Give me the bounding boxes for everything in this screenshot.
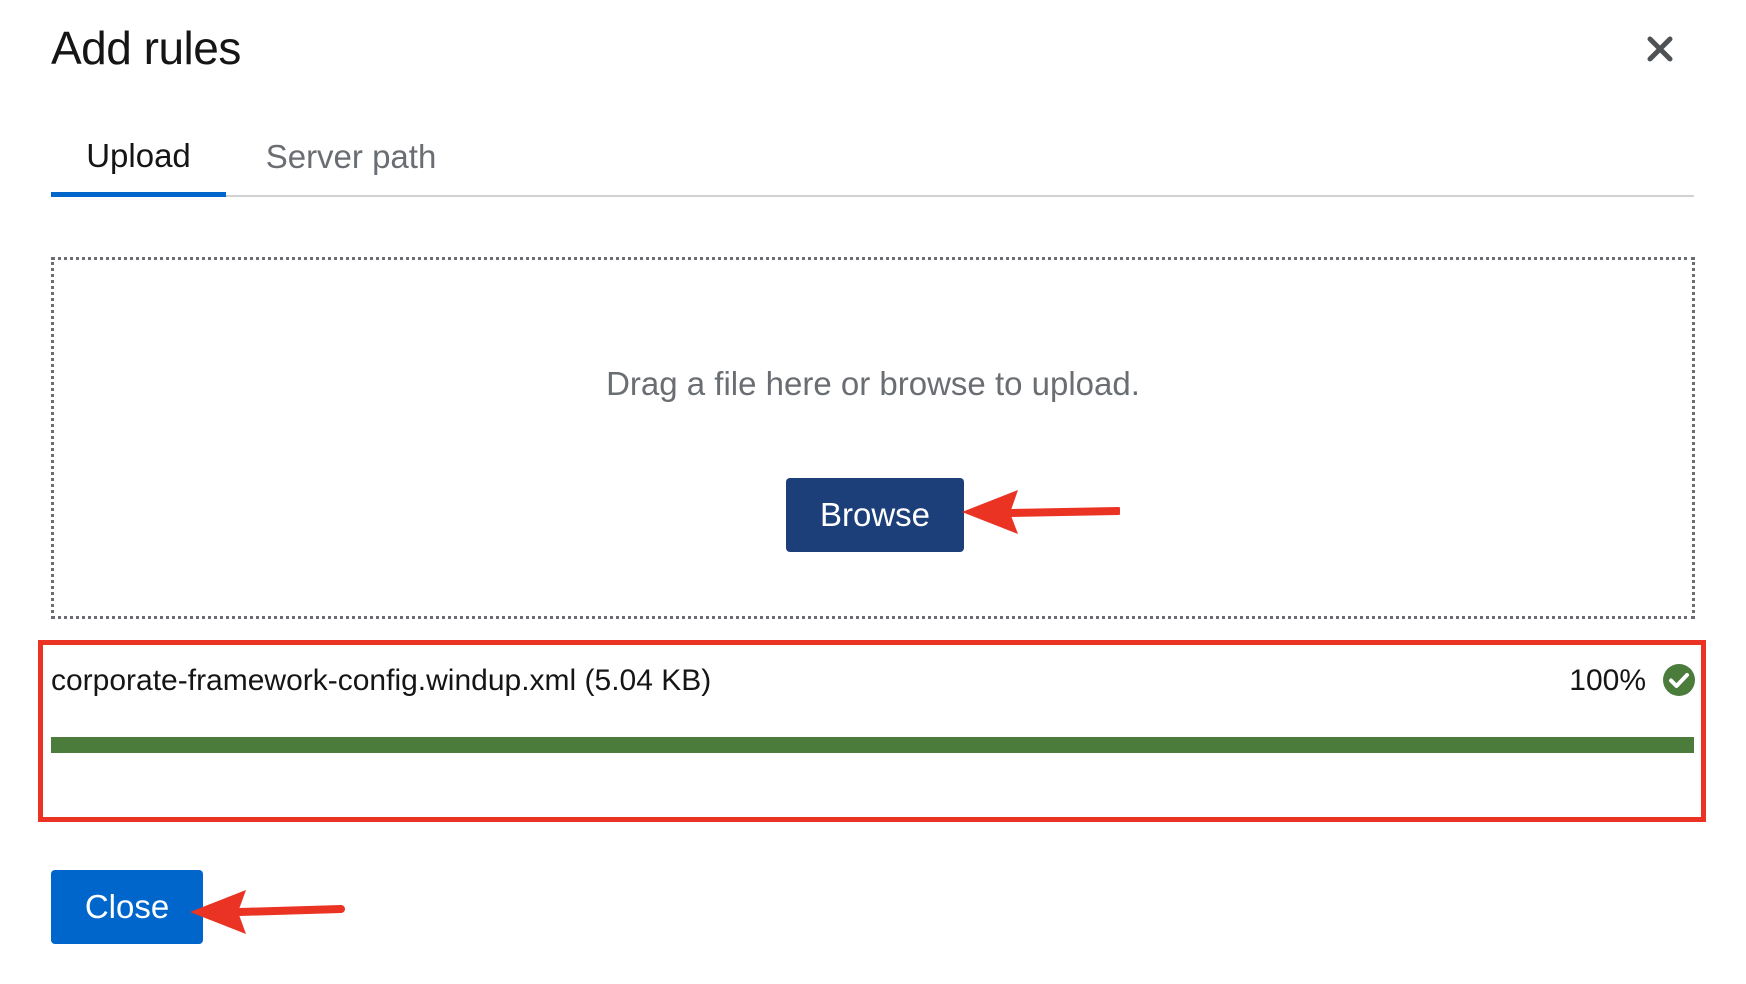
close-button[interactable]: Close (51, 870, 203, 944)
tab-list: Upload Server path (51, 118, 1694, 197)
close-x-glyph (1647, 36, 1673, 62)
file-name: corporate-framework-config.windup.xml (5… (51, 664, 712, 697)
browse-button[interactable]: Browse (786, 478, 964, 552)
upload-progress-bar (51, 737, 1694, 753)
check-circle-icon (1663, 664, 1695, 696)
tab-upload[interactable]: Upload (51, 118, 226, 197)
arrow-left-icon (190, 890, 345, 934)
file-dropzone[interactable]: Drag a file here or browse to upload. Br… (51, 257, 1695, 619)
dropzone-instructions: Drag a file here or browse to upload. (606, 365, 1140, 402)
close-icon[interactable] (1643, 32, 1677, 66)
tab-server-path[interactable]: Server path (226, 118, 466, 195)
arrow-left-icon (962, 490, 1120, 534)
upload-progress-fill (51, 737, 1694, 753)
modal-title: Add rules (51, 22, 241, 74)
upload-percent: 100% (1569, 664, 1646, 697)
uploaded-file-row: corporate-framework-config.windup.xml (5… (51, 660, 1696, 704)
